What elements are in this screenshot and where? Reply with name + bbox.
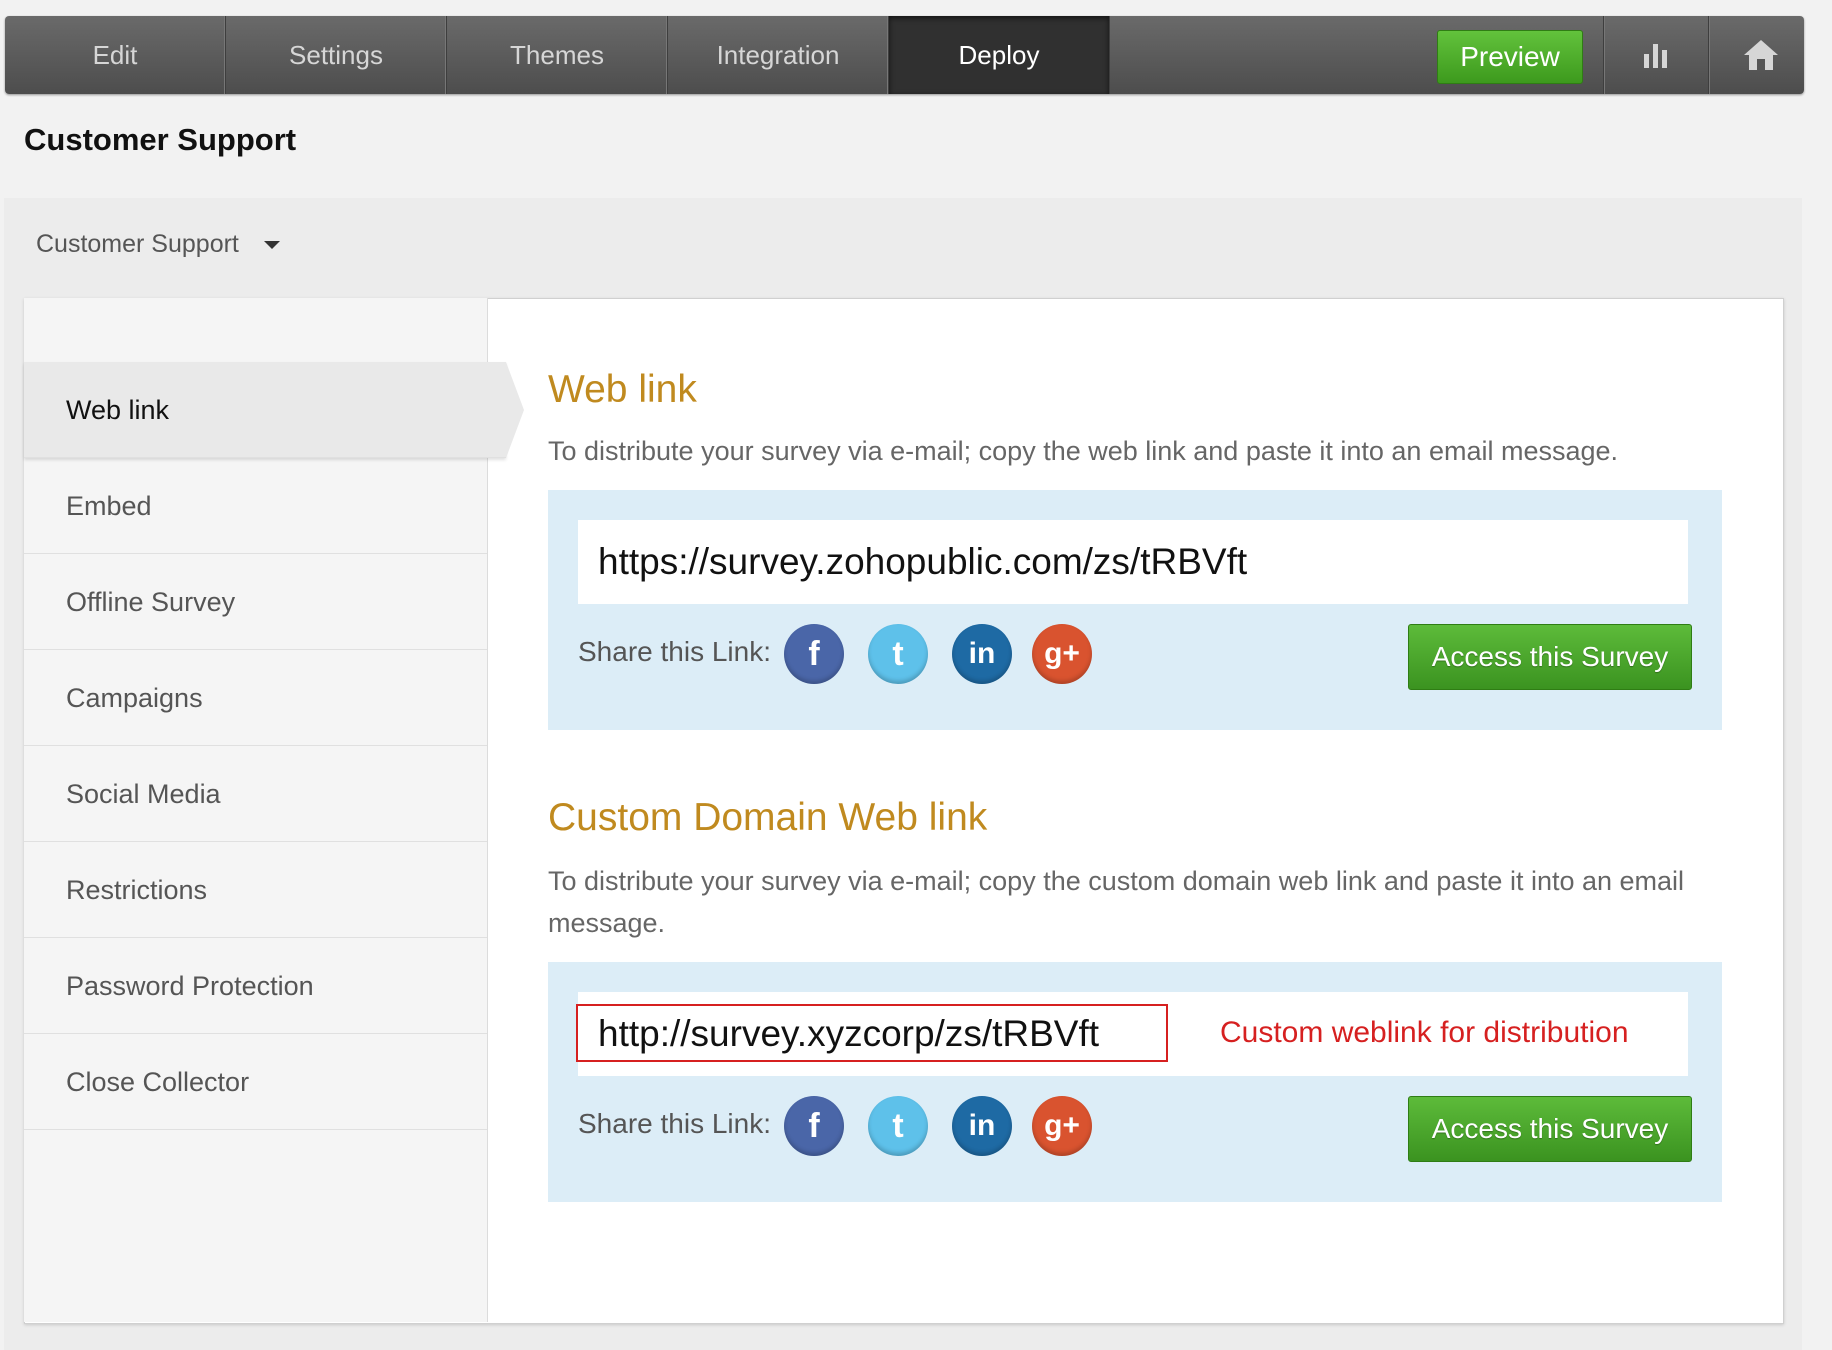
- sidebar-item-embed[interactable]: Embed: [24, 458, 487, 554]
- sidebar-item-close-collector[interactable]: Close Collector: [24, 1034, 487, 1130]
- tab-settings[interactable]: Settings: [226, 16, 447, 94]
- twitter-icon[interactable]: t: [868, 624, 928, 684]
- custom-weblink-title: Custom Domain Web link: [548, 796, 988, 839]
- twitter-icon[interactable]: t: [868, 1096, 928, 1156]
- tab-integration[interactable]: Integration: [668, 16, 889, 94]
- page-title: Customer Support: [24, 122, 297, 157]
- weblink-description: To distribute your survey via e-mail; co…: [548, 436, 1619, 466]
- sidebar-item-social-media[interactable]: Social Media: [24, 746, 487, 842]
- sidebar-item-restrictions[interactable]: Restrictions: [24, 842, 487, 938]
- tab-themes[interactable]: Themes: [447, 16, 668, 94]
- weblink-url-field[interactable]: https://survey.zohopublic.com/zs/tRBVft: [578, 520, 1688, 604]
- sidebar-item-offline-survey[interactable]: Offline Survey: [24, 554, 487, 650]
- weblink-title: Web link: [548, 368, 697, 411]
- sidebar-item-campaigns[interactable]: Campaigns: [24, 650, 487, 746]
- custom-weblink-description: To distribute your survey via e-mail; co…: [548, 866, 1685, 938]
- reports-icon: [1644, 44, 1667, 68]
- custom-weblink-url-field[interactable]: http://survey.xyzcorp/zs/tRBVft: [576, 1004, 1168, 1062]
- tab-deploy[interactable]: Deploy: [889, 16, 1110, 94]
- survey-selector-value: Customer Support: [36, 230, 239, 258]
- reports-button[interactable]: [1603, 16, 1708, 94]
- home-button[interactable]: [1708, 16, 1813, 94]
- sidebar: Web link Embed Offline Survey Campaigns …: [24, 298, 524, 1322]
- top-nav-bar: Edit Settings Themes Integration Deploy …: [5, 16, 1804, 94]
- google-plus-icon[interactable]: g+: [1032, 624, 1092, 684]
- custom-weblink-box: http://survey.xyzcorp/zs/tRBVft Custom w…: [548, 962, 1722, 1202]
- chevron-down-icon: [263, 241, 280, 250]
- share-label: Share this Link:: [578, 1108, 771, 1139]
- linkedin-icon[interactable]: in: [952, 624, 1012, 684]
- facebook-icon[interactable]: f: [784, 624, 844, 684]
- preview-button[interactable]: Preview: [1437, 30, 1583, 84]
- sidebar-item-web-link[interactable]: Web link: [24, 362, 524, 458]
- access-survey-button[interactable]: Access this Survey: [1408, 624, 1692, 690]
- access-survey-button[interactable]: Access this Survey: [1408, 1096, 1692, 1162]
- facebook-icon[interactable]: f: [784, 1096, 844, 1156]
- sidebar-item-password-protection[interactable]: Password Protection: [24, 938, 487, 1034]
- survey-selector[interactable]: Customer Support: [36, 230, 280, 259]
- google-plus-icon[interactable]: g+: [1032, 1096, 1092, 1156]
- share-label: Share this Link:: [578, 636, 771, 667]
- linkedin-icon[interactable]: in: [952, 1096, 1012, 1156]
- weblink-box: https://survey.zohopublic.com/zs/tRBVft …: [548, 490, 1722, 730]
- home-icon: [1744, 40, 1778, 70]
- custom-weblink-annotation: Custom weblink for distribution: [1220, 1016, 1629, 1049]
- tab-edit[interactable]: Edit: [5, 16, 226, 94]
